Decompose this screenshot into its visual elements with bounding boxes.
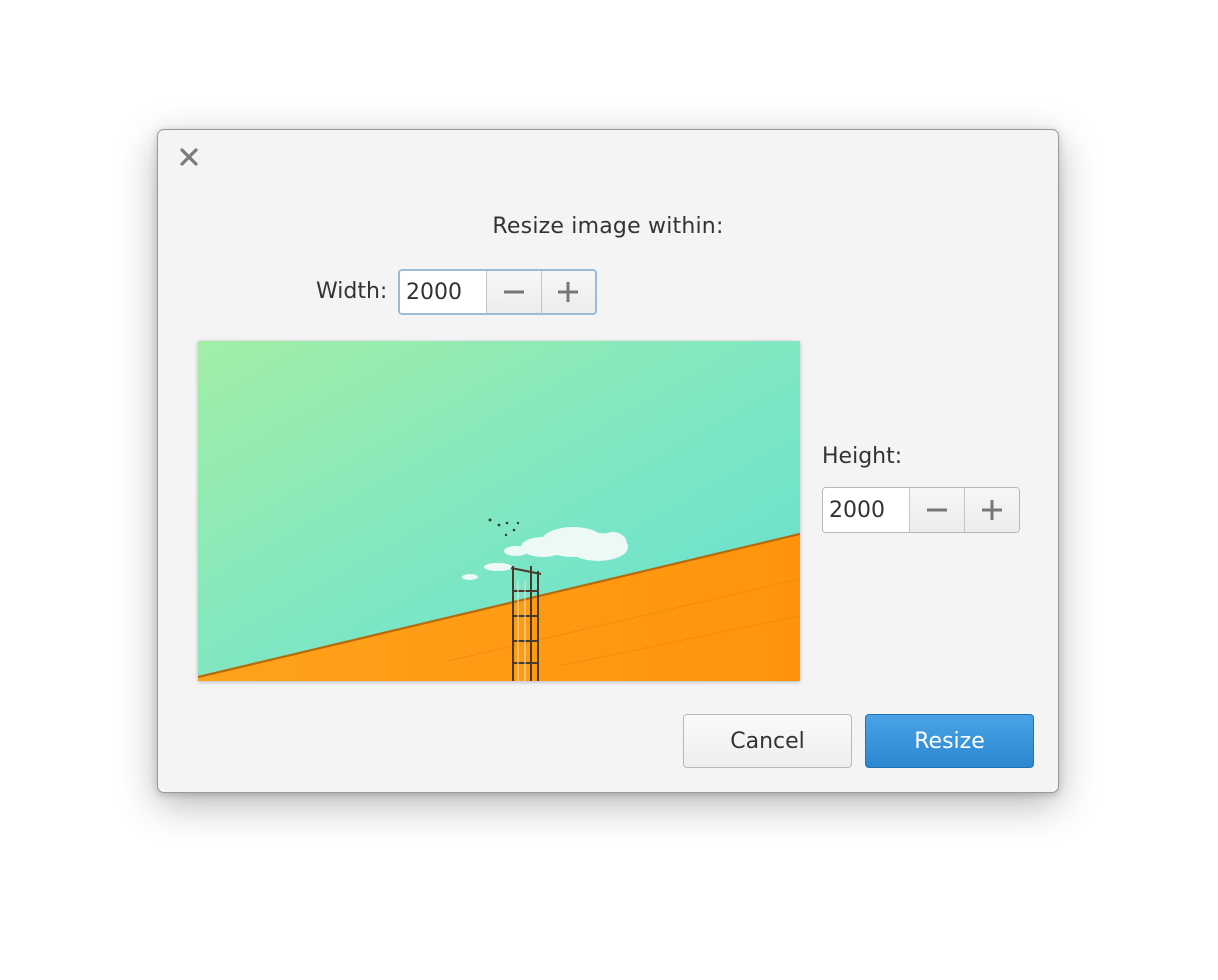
height-spin-button bbox=[822, 487, 1020, 533]
height-increase-button[interactable] bbox=[964, 488, 1019, 532]
height-decrease-button[interactable] bbox=[909, 488, 964, 532]
cancel-button[interactable]: Cancel bbox=[683, 714, 852, 768]
height-input[interactable] bbox=[823, 488, 909, 532]
width-input[interactable] bbox=[400, 271, 486, 313]
height-label: Height: bbox=[822, 444, 903, 469]
width-decrease-button[interactable] bbox=[486, 271, 541, 313]
dialog-heading: Resize image within: bbox=[492, 214, 724, 239]
close-button[interactable] bbox=[174, 144, 204, 170]
width-increase-button[interactable] bbox=[540, 271, 595, 313]
minus-icon bbox=[503, 290, 524, 294]
minus-icon bbox=[927, 508, 947, 512]
image-preview bbox=[198, 341, 800, 681]
resize-dialog: Resize image within: Width: 2000 Height:… bbox=[157, 129, 1059, 793]
plus-icon bbox=[558, 282, 579, 302]
preview-image bbox=[198, 341, 800, 681]
close-icon bbox=[180, 148, 198, 166]
width-label: Width: bbox=[316, 279, 388, 304]
plus-icon bbox=[982, 500, 1002, 520]
resize-button[interactable]: Resize bbox=[865, 714, 1034, 768]
width-spin-button bbox=[398, 269, 597, 315]
